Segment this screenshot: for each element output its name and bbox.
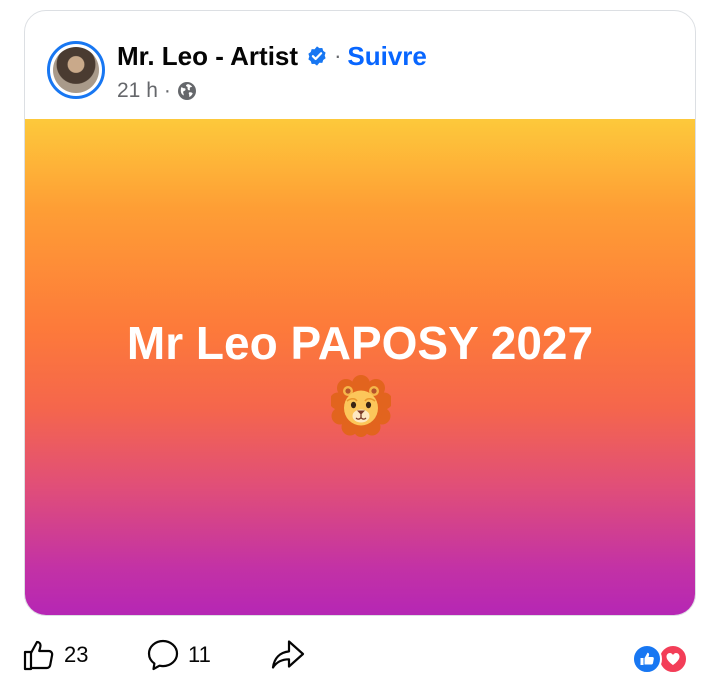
post-time[interactable]: 21 h [117, 79, 158, 103]
globe-icon[interactable] [177, 81, 197, 101]
post-text: Mr Leo PAPOSY 2027 [126, 317, 594, 369]
love-reaction-icon [658, 644, 688, 674]
author-name[interactable]: Mr. Leo - Artist [117, 41, 298, 72]
post-meta: 21 h · [117, 77, 197, 105]
follow-button[interactable]: Suivre [347, 41, 427, 72]
thumbs-up-icon [22, 638, 56, 672]
comment-count: 11 [188, 642, 211, 667]
like-reaction-icon [632, 644, 662, 674]
separator-dot: · [334, 43, 342, 68]
like-button[interactable]: 23 [22, 638, 88, 672]
reaction-summary[interactable] [632, 644, 696, 674]
verified-badge-icon [306, 45, 328, 67]
share-arrow-icon [270, 638, 306, 672]
post-background[interactable]: Mr Leo PAPOSY 2027 [25, 119, 695, 615]
comment-button[interactable]: 11 [146, 638, 211, 672]
comment-icon [146, 638, 180, 672]
action-bar: 23 11 [0, 620, 720, 689]
lion-face-icon [329, 375, 393, 437]
meta-separator: · [163, 79, 171, 102]
avatar[interactable] [47, 41, 105, 99]
share-button[interactable] [270, 638, 306, 672]
avatar-photo [53, 47, 99, 93]
post-card: Mr. Leo - Artist · Suivre 21 h · Mr Leo … [24, 10, 696, 616]
like-count: 23 [64, 642, 89, 667]
post-header: Mr. Leo - Artist · Suivre 21 h · [25, 11, 695, 119]
author-row: Mr. Leo - Artist · Suivre [117, 39, 427, 73]
